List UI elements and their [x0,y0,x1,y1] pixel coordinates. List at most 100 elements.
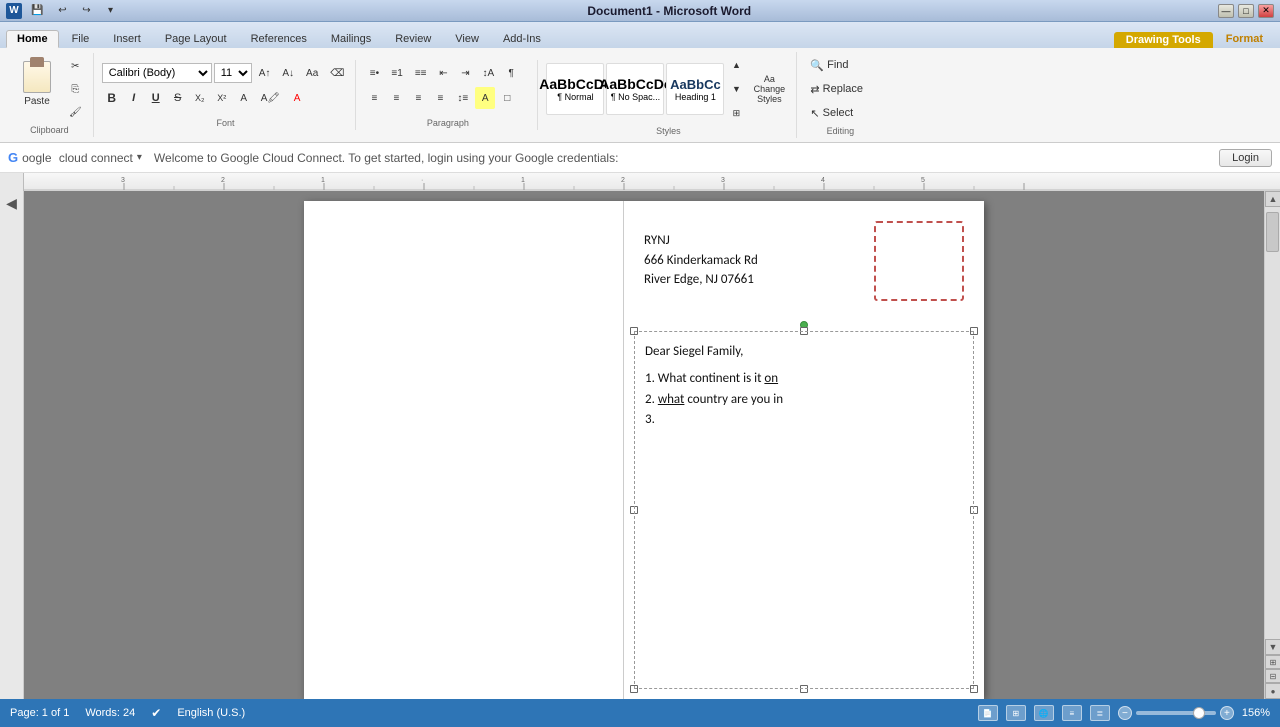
tab-view[interactable]: View [444,30,490,48]
quick-access-undo[interactable]: ↩ [52,0,72,22]
align-right-button[interactable]: ≡ [408,87,428,109]
tab-mailings[interactable]: Mailings [320,30,382,48]
superscript-button[interactable]: X² [212,87,232,109]
bold-button[interactable]: B [102,87,122,109]
format-painter-button[interactable]: 🖌 [64,101,87,123]
browse-object-button[interactable]: ● [1265,683,1280,699]
connect-text: cloud connect [56,151,133,165]
google-logo-g: G [8,150,18,165]
tab-file[interactable]: File [61,30,101,48]
change-styles-button[interactable]: Aa Change Styles [748,61,790,117]
minimize-button[interactable]: — [1218,4,1234,18]
scroll-thumb[interactable] [1266,212,1279,252]
draft-view-button[interactable]: ≣ [1090,705,1110,721]
multilevel-list-button[interactable]: ≡≡ [410,62,432,84]
align-left-button[interactable]: ≡ [364,87,384,109]
paste-icon [23,61,51,93]
cut-button[interactable]: ✂ [64,55,87,77]
quick-access-redo[interactable]: ↪ [76,0,96,22]
italic-button[interactable]: I [124,87,144,109]
tab-add-ins[interactable]: Add-Ins [492,30,552,48]
status-right: 📄 ⊞ 🌐 ≡ ≣ − + 156% [978,705,1270,721]
style-normal-button[interactable]: AaBbCcDc ¶ Normal [546,63,604,115]
paste-button[interactable]: Paste [12,55,62,113]
font-name-select[interactable]: Calibri (Body) [102,63,212,83]
tab-review[interactable]: Review [384,30,442,48]
underline-button[interactable]: U [146,87,166,109]
quick-access-more[interactable]: ▾ [100,0,120,22]
word-count[interactable]: Words: 24 [85,707,135,719]
line-spacing-button[interactable]: ↕≡ [452,87,473,109]
horizontal-ruler: 3 2 1 · 1 2 3 4 5 [24,173,1280,191]
border-button[interactable]: □ [497,87,517,109]
decrease-indent-button[interactable]: ⇤ [434,62,454,84]
sort-button[interactable]: ↕A [478,62,500,84]
text-box[interactable]: Dear Siegel Family, 1. What continent is… [634,331,974,689]
tab-references[interactable]: References [240,30,318,48]
decrease-font-size-button[interactable]: A↓ [277,62,299,84]
align-center-button[interactable]: ≡ [386,87,406,109]
styles-group: AaBbCcDc ¶ Normal AaBbCcDc ¶ No Spac... … [540,52,797,138]
zoom-in-button[interactable]: + [1220,706,1234,720]
styles-expand[interactable]: ⊞ [726,102,746,124]
styles-scroll-down[interactable]: ▼ [726,78,746,100]
clear-formatting-button[interactable]: ⌫ [325,62,349,84]
style-heading1-button[interactable]: AaBbCc Heading 1 [666,63,724,115]
spell-check-icon[interactable]: ✔ [151,706,161,720]
scroll-page-down[interactable]: ⊟ [1265,669,1280,683]
login-button[interactable]: Login [1219,149,1272,167]
bullets-button[interactable]: ≡• [364,62,384,84]
greeting-line: Dear Siegel Family, [645,342,963,363]
style-no-spacing-button[interactable]: AaBbCcDc ¶ No Spac... [606,63,664,115]
svg-text:1: 1 [521,177,525,184]
zoom-out-button[interactable]: − [1118,706,1132,720]
zoom-level[interactable]: 156% [1242,707,1270,719]
quick-access-save[interactable]: 💾 [26,0,48,22]
justify-button[interactable]: ≡ [430,87,450,109]
scroll-up-button[interactable]: ▲ [1265,191,1280,207]
select-button[interactable]: ↖ Select [805,102,875,124]
change-case-button[interactable]: Aa [301,62,323,84]
left-sidebar: ◀ [0,191,24,699]
subscript-button[interactable]: X₂ [190,87,210,109]
print-layout-view-button[interactable]: 📄 [978,705,998,721]
styles-scroll-up[interactable]: ▲ [726,54,746,76]
drawing-tools-tab-label: Drawing Tools [1114,32,1213,48]
scroll-page-up[interactable]: ⊞ [1265,655,1280,669]
scroll-track[interactable] [1265,207,1280,639]
tab-insert[interactable]: Insert [102,30,152,48]
text-highlight-button[interactable]: A🖍 [256,87,285,109]
close-button[interactable]: ✕ [1258,4,1274,18]
full-screen-view-button[interactable]: ⊞ [1006,705,1026,721]
cloud-connect-bar: G oogle cloud connect ▾ Welcome to Googl… [0,143,1280,173]
copy-button[interactable]: ⎘ [64,78,87,100]
shading-button[interactable]: A [475,87,495,109]
font-color-button[interactable]: A [287,87,307,109]
cloud-connect-logo[interactable]: G oogle cloud connect ▾ [8,150,142,165]
tab-format[interactable]: Format [1215,30,1274,48]
sidebar-toggle[interactable]: ◀ [6,195,17,212]
tab-page-layout[interactable]: Page Layout [154,30,238,48]
style-heading1-preview: AaBbCc [670,77,721,92]
line1: 1. What continent is it on [645,369,963,390]
increase-indent-button[interactable]: ⇥ [456,62,476,84]
outline-view-button[interactable]: ≡ [1062,705,1082,721]
replace-button[interactable]: ⇄ Replace [805,78,875,100]
maximize-button[interactable]: □ [1238,4,1254,18]
numbering-button[interactable]: ≡1 [386,62,407,84]
dropdown-arrow-icon[interactable]: ▾ [137,152,142,163]
svg-text:2: 2 [221,177,225,184]
tab-home[interactable]: Home [6,30,59,48]
page-info[interactable]: Page: 1 of 1 [10,707,69,719]
line2-underlined-word: what [658,392,685,407]
font-size-select[interactable]: 11 [214,63,252,83]
zoom-slider[interactable] [1136,711,1216,715]
text-effects-button[interactable]: A [234,87,254,109]
scroll-down-button[interactable]: ▼ [1265,639,1280,655]
show-formatting-button[interactable]: ¶ [501,62,521,84]
find-button[interactable]: 🔍 Find [805,54,875,76]
strikethrough-button[interactable]: S [168,87,188,109]
web-layout-view-button[interactable]: 🌐 [1034,705,1054,721]
language[interactable]: English (U.S.) [177,707,245,719]
increase-font-size-button[interactable]: A↑ [254,62,276,84]
